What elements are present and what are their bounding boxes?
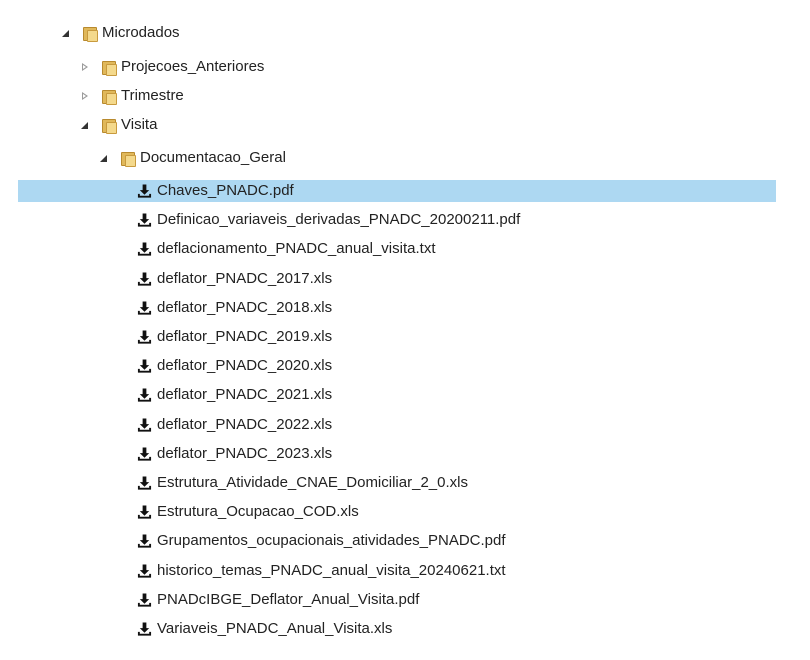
file-label: deflator_PNADC_2021.xls <box>157 386 333 403</box>
tree-file-item[interactable]: PNADcIBGE_Deflator_Anual_Visita.pdf <box>137 588 419 612</box>
download-icon <box>137 504 152 520</box>
tree-file-item[interactable]: deflator_PNADC_2023.xls <box>137 442 332 466</box>
file-label: Variaveis_PNADC_Anual_Visita.xls <box>157 620 393 637</box>
download-icon <box>137 592 152 608</box>
file-label: Grupamentos_ocupacionais_atividades_PNAD… <box>157 532 506 549</box>
tree-file-item[interactable]: Grupamentos_ocupacionais_atividades_PNAD… <box>137 529 506 553</box>
tree-file-item[interactable]: deflator_PNADC_2019.xls <box>137 325 332 349</box>
file-label: deflator_PNADC_2020.xls <box>157 357 333 374</box>
file-label: Estrutura_Ocupacao_COD.xls <box>157 503 359 520</box>
download-icon <box>137 329 152 345</box>
file-label: Definicao_variaveis_derivadas_PNADC_2020… <box>157 211 521 228</box>
tree-file-item[interactable]: deflator_PNADC_2022.xls <box>137 413 332 437</box>
folder-icon <box>102 89 117 105</box>
file-label: PNADcIBGE_Deflator_Anual_Visita.pdf <box>157 591 420 608</box>
tree-file-item[interactable]: deflator_PNADC_2020.xls <box>137 354 332 378</box>
expanded-arrow-icon[interactable] <box>100 154 108 162</box>
download-icon <box>137 387 152 403</box>
folder-icon <box>121 151 136 167</box>
tree-file-item[interactable]: Estrutura_Atividade_CNAE_Domiciliar_2_0.… <box>137 471 468 495</box>
file-label: Estrutura_Atividade_CNAE_Domiciliar_2_0.… <box>157 474 468 491</box>
folder-label: Trimestre <box>121 87 184 104</box>
download-icon <box>137 358 152 374</box>
download-icon <box>137 300 152 316</box>
folder-label: Documentacao_Geral <box>140 149 286 166</box>
folder-label: Visita <box>121 116 158 133</box>
file-label: deflator_PNADC_2023.xls <box>157 445 333 462</box>
download-icon <box>137 533 152 549</box>
tree-file-item[interactable]: Variaveis_PNADC_Anual_Visita.xls <box>137 617 392 641</box>
file-label: deflator_PNADC_2017.xls <box>157 270 333 287</box>
file-label: historico_temas_PNADC_anual_visita_20240… <box>157 562 506 579</box>
tree-folder-trimestre[interactable]: Trimestre <box>81 84 184 108</box>
tree-folder-visita[interactable]: Visita <box>81 113 157 137</box>
download-icon <box>137 621 152 637</box>
download-icon <box>137 212 152 228</box>
file-tree: Microdados Projecoes_Anteriores Trimestr… <box>0 0 810 660</box>
download-icon <box>137 271 152 287</box>
download-icon <box>137 417 152 433</box>
tree-file-item[interactable]: deflator_PNADC_2021.xls <box>137 383 332 407</box>
file-label: deflator_PNADC_2019.xls <box>157 328 333 345</box>
file-label: deflacionamento_PNADC_anual_visita.txt <box>157 240 436 257</box>
folder-icon <box>102 60 117 76</box>
tree-folder-projecoes-anteriores[interactable]: Projecoes_Anteriores <box>81 55 264 79</box>
tree-file-item[interactable]: deflacionamento_PNADC_anual_visita.txt <box>137 237 436 261</box>
collapsed-arrow-icon[interactable] <box>81 63 89 71</box>
tree-folder-documentacao-geral[interactable]: Documentacao_Geral <box>100 146 286 170</box>
file-label: deflator_PNADC_2022.xls <box>157 416 333 433</box>
collapsed-arrow-icon[interactable] <box>81 92 89 100</box>
tree-file-item[interactable]: deflator_PNADC_2017.xls <box>137 267 332 291</box>
expanded-arrow-icon[interactable] <box>62 29 70 37</box>
file-label: deflator_PNADC_2018.xls <box>157 299 333 316</box>
folder-icon <box>83 26 98 42</box>
folder-icon <box>102 118 117 134</box>
folder-label: Projecoes_Anteriores <box>121 58 265 75</box>
download-icon <box>137 446 152 462</box>
expanded-arrow-icon[interactable] <box>81 121 89 129</box>
tree-folder-microdados[interactable]: Microdados <box>62 21 180 45</box>
tree-file-item[interactable]: Definicao_variaveis_derivadas_PNADC_2020… <box>137 208 520 232</box>
folder-label: Microdados <box>102 24 180 41</box>
download-icon <box>137 241 152 257</box>
download-icon <box>137 475 152 491</box>
selection-highlight <box>18 180 776 202</box>
tree-file-item[interactable]: Estrutura_Ocupacao_COD.xls <box>137 500 359 524</box>
download-icon <box>137 183 152 199</box>
tree-file-item[interactable]: historico_temas_PNADC_anual_visita_20240… <box>137 559 506 583</box>
download-icon <box>137 563 152 579</box>
file-label: Chaves_PNADC.pdf <box>157 182 294 199</box>
tree-file-item[interactable]: Chaves_PNADC.pdf <box>137 179 294 203</box>
tree-file-item[interactable]: deflator_PNADC_2018.xls <box>137 296 332 320</box>
